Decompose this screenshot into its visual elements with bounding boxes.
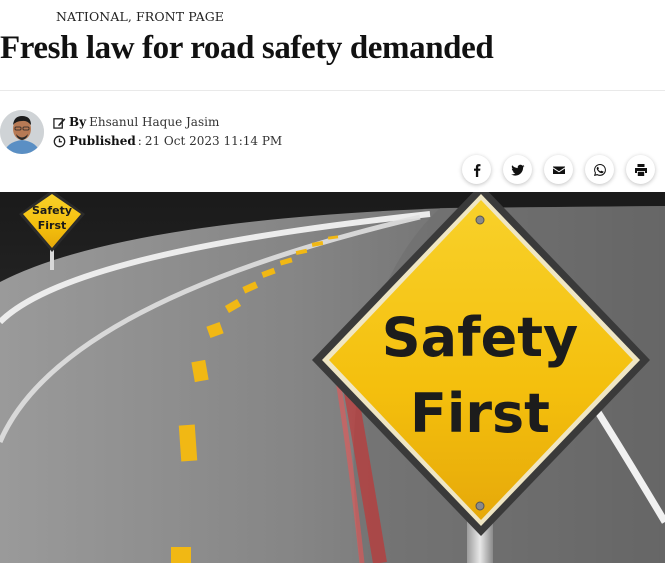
print-button[interactable]: [626, 155, 655, 184]
author-avatar[interactable]: [0, 110, 44, 154]
small-sign-line1: Safety: [32, 204, 72, 217]
author-line: By Ehsanul Haque Jasim: [53, 115, 219, 129]
facebook-icon: [473, 163, 480, 177]
published-date: 21 Oct 2023 11:14 PM: [144, 134, 283, 148]
envelope-icon: [552, 166, 565, 174]
category-link-national[interactable]: NATIONAL: [56, 9, 128, 24]
category-separator: ,: [127, 9, 137, 24]
share-toolbar: [462, 155, 655, 184]
edit-icon: [53, 116, 66, 129]
big-sign-line1: Safety: [382, 306, 578, 369]
big-sign-line2: First: [410, 382, 550, 445]
share-facebook-button[interactable]: [462, 155, 491, 184]
share-twitter-button[interactable]: [503, 155, 532, 184]
published-separator: :: [137, 134, 142, 148]
published-label: Published: [69, 134, 136, 148]
small-sign-line2: First: [38, 219, 67, 232]
published-line: Published : 21 Oct 2023 11:14 PM: [53, 134, 282, 148]
whatsapp-icon: [593, 163, 606, 176]
share-email-button[interactable]: [544, 155, 573, 184]
hero-image: Safety First Safety First: [0, 192, 665, 563]
twitter-icon: [510, 164, 524, 176]
clock-icon: [53, 135, 66, 148]
header-divider: [0, 90, 665, 91]
category-breadcrumb: NATIONAL, FRONT PAGE: [56, 9, 224, 24]
safety-first-road-illustration: Safety First Safety First: [0, 192, 665, 563]
article-headline: Fresh law for road safety demanded: [0, 30, 494, 66]
category-link-front-page[interactable]: FRONT PAGE: [136, 9, 224, 24]
author-name-link[interactable]: Ehsanul Haque Jasim: [89, 115, 219, 129]
share-whatsapp-button[interactable]: [585, 155, 614, 184]
by-label: By: [69, 115, 87, 129]
print-icon: [634, 163, 647, 176]
